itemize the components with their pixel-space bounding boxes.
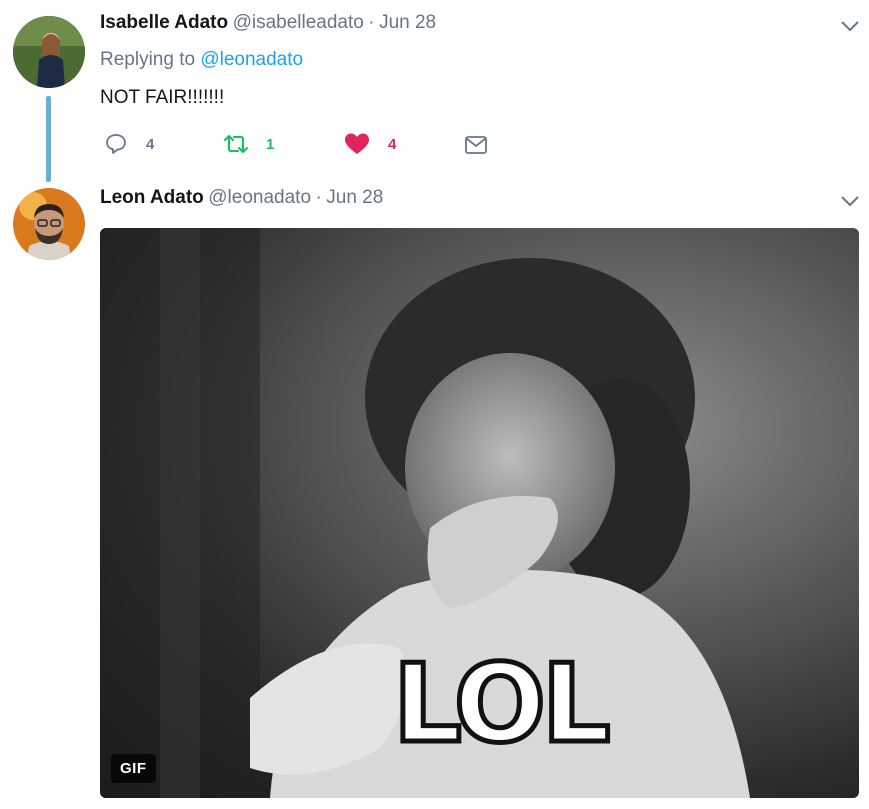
reply-count: 4 <box>146 135 155 153</box>
replying-to-link[interactable]: @leonadato <box>200 49 303 70</box>
gif-media[interactable]: LOL GIF <box>100 228 859 798</box>
more-options-button[interactable] <box>838 14 862 43</box>
author-name[interactable]: Isabelle Adato <box>100 12 228 33</box>
chevron-down-icon <box>841 21 859 32</box>
avatar-isabelle[interactable] <box>13 16 85 88</box>
tweet-header: Isabelle Adato @isabelleadato · Jun 28 <box>100 12 436 34</box>
reply-icon <box>106 134 126 154</box>
heart-icon <box>345 133 369 154</box>
like-button[interactable]: 4 <box>344 132 396 156</box>
direct-message-button[interactable] <box>464 134 488 156</box>
tweet-date[interactable]: Jun 28 <box>379 12 436 33</box>
tweet-header: Leon Adato @leonadato · Jun 28 <box>100 187 383 209</box>
author-handle[interactable]: @isabelleadato <box>233 12 364 33</box>
message-icon <box>465 136 487 154</box>
retweet-icon <box>224 135 248 153</box>
like-count: 4 <box>388 135 397 153</box>
gif-overlay-text: LOL <box>391 642 614 767</box>
reply-button[interactable]: 4 <box>104 132 154 156</box>
chevron-down-icon <box>841 196 859 207</box>
retweet-button[interactable]: 1 <box>222 132 274 156</box>
tweet-date[interactable]: Jun 28 <box>326 187 383 208</box>
thread-line <box>46 96 51 182</box>
author-handle[interactable]: @leonadato <box>208 187 311 208</box>
author-name[interactable]: Leon Adato <box>100 187 204 208</box>
separator-dot: · <box>315 187 322 208</box>
avatar-image <box>13 16 85 88</box>
more-options-button[interactable] <box>838 189 862 218</box>
replying-to: Replying to @leonadato <box>100 49 303 71</box>
separator-dot: · <box>368 12 375 33</box>
gif-badge: GIF <box>111 754 156 783</box>
avatar-leon[interactable] <box>13 188 85 260</box>
replying-prefix: Replying to <box>100 49 196 70</box>
tweet-text: NOT FAIR!!!!!!! <box>100 87 225 108</box>
avatar-image <box>13 188 85 260</box>
retweet-count: 1 <box>266 135 275 153</box>
